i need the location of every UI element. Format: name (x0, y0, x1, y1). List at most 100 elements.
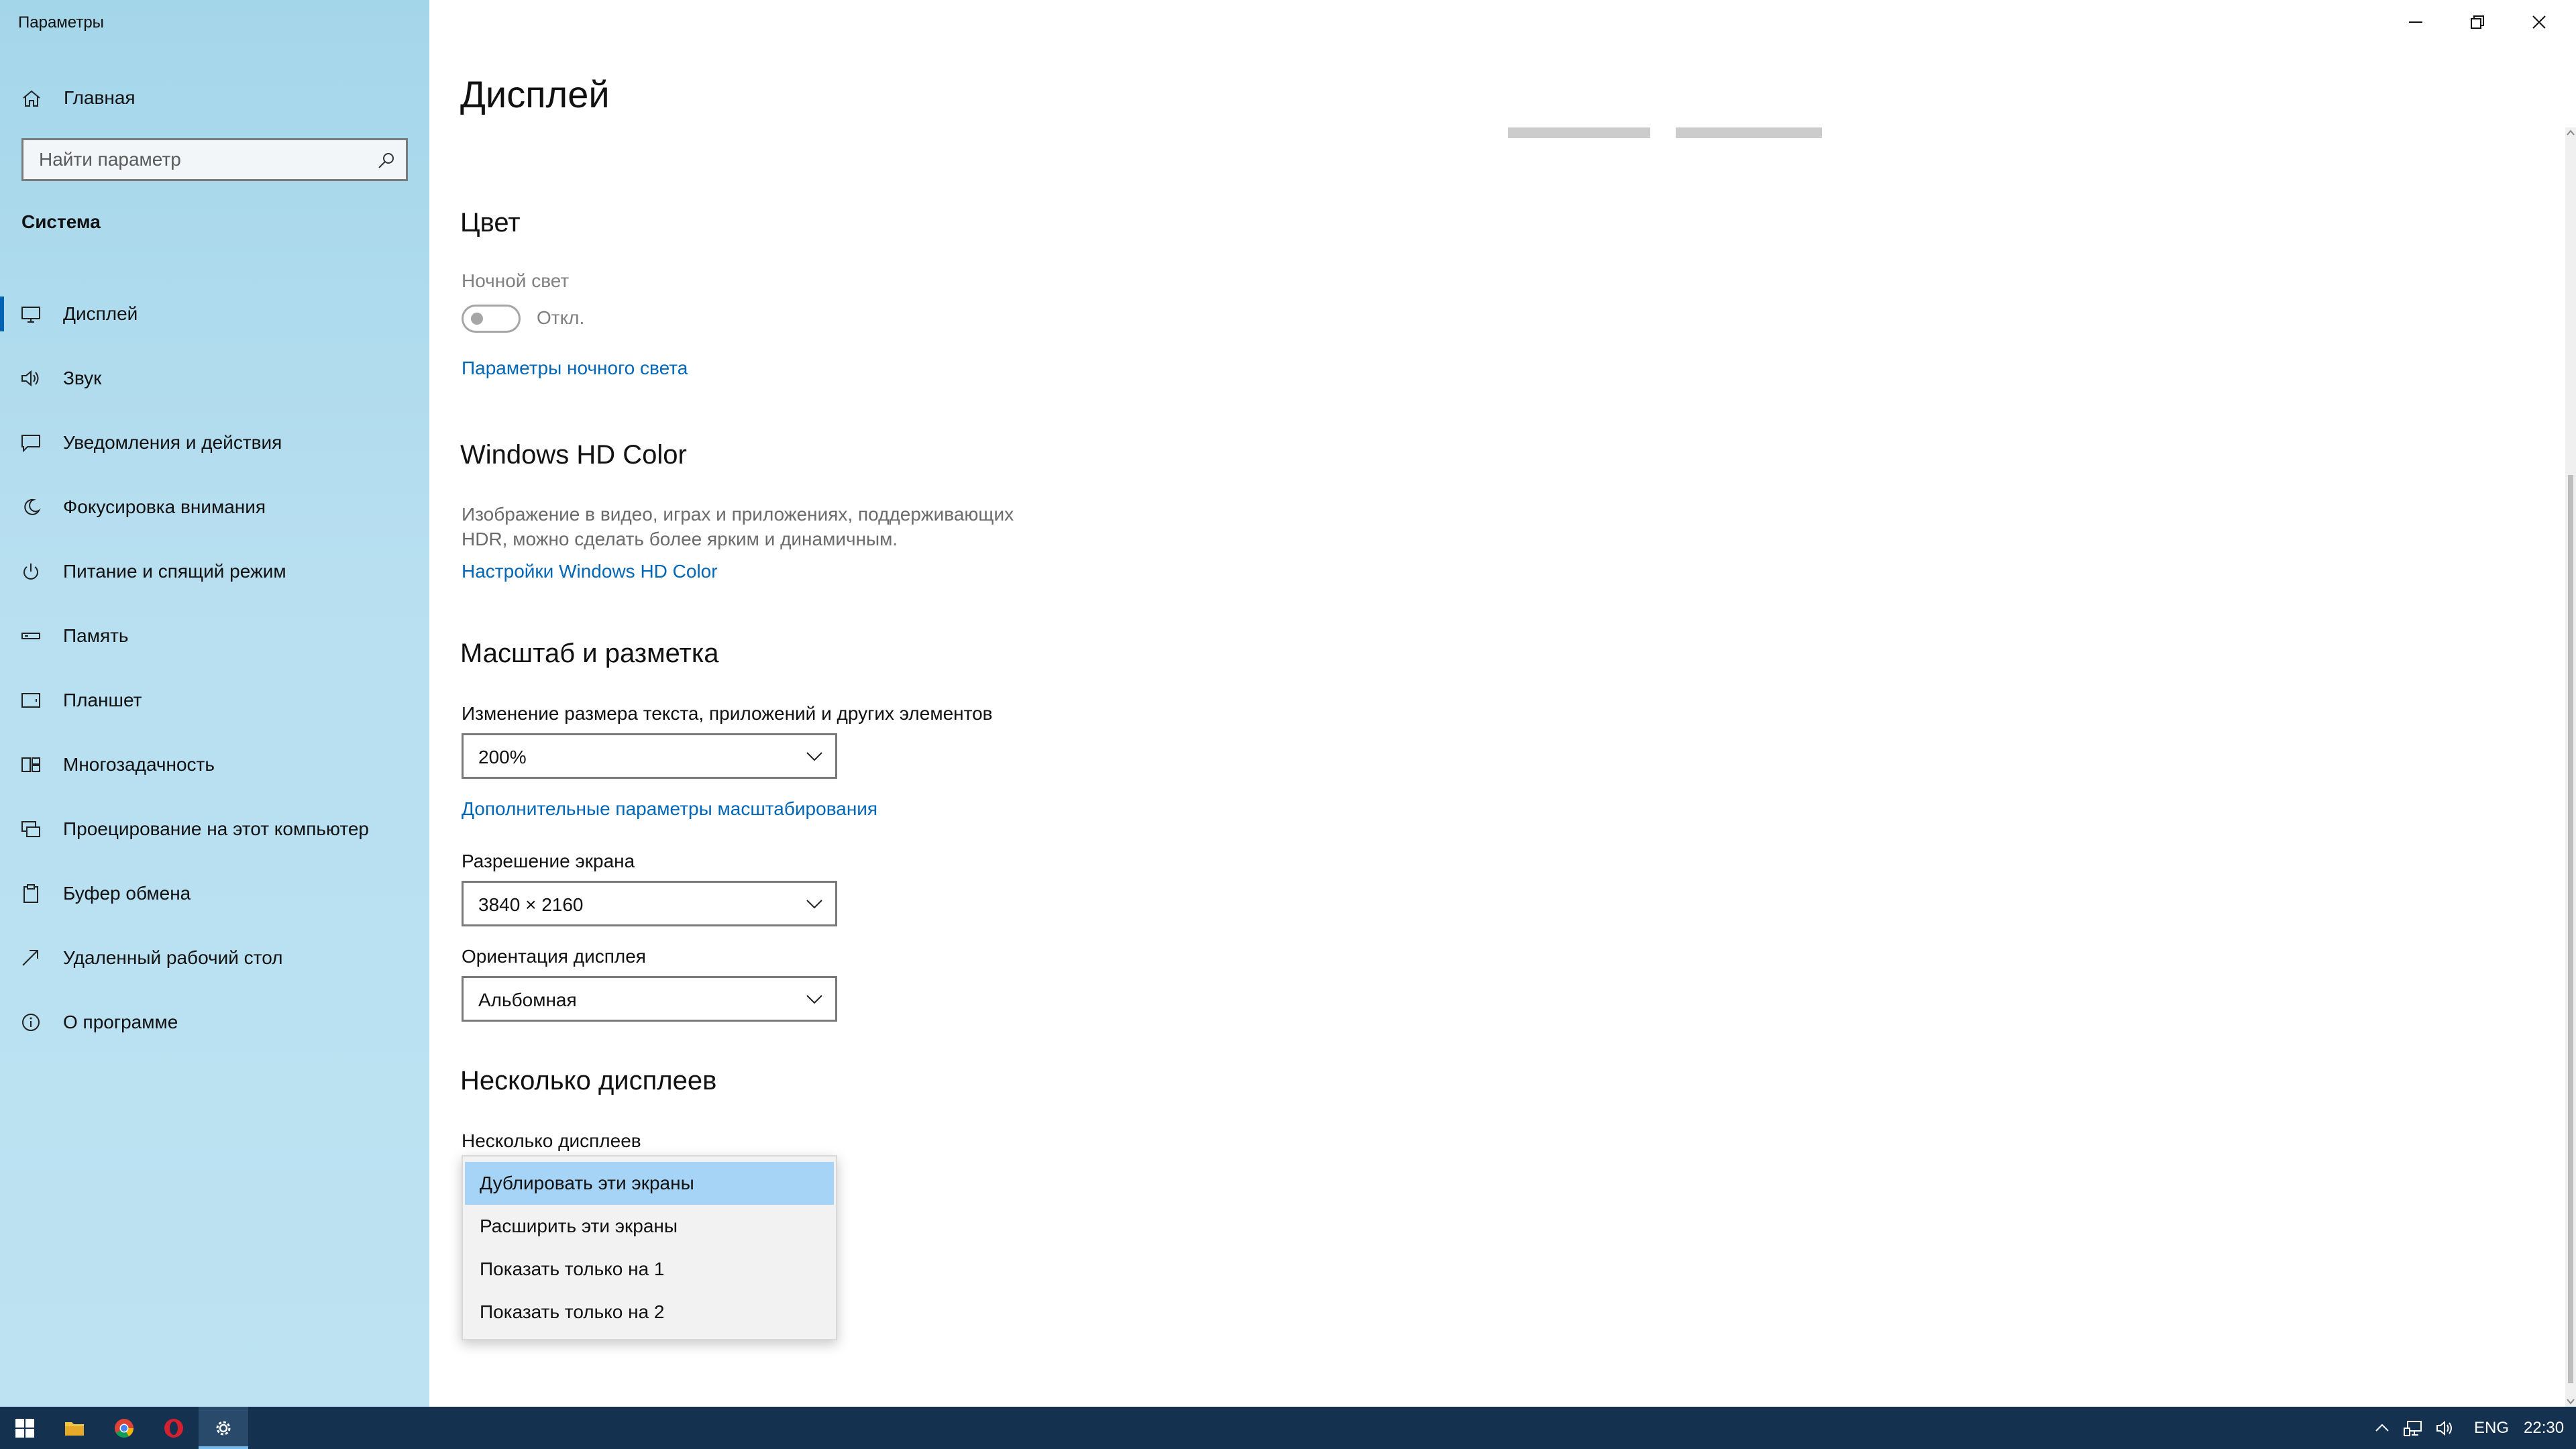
vertical-scrollbar[interactable] (2565, 127, 2576, 1407)
opera-icon (164, 1418, 183, 1438)
night-light-state: Откл. (537, 307, 585, 328)
scrollbar-thumb[interactable] (2568, 475, 2573, 1383)
sidebar-item-label: Уведомления и действия (63, 432, 282, 453)
multiple-displays-label: Несколько дисплеев (462, 1130, 641, 1151)
section-label: Система (21, 211, 101, 232)
sidebar-item-storage[interactable]: Память (0, 604, 429, 668)
sidebar-item-notifications[interactable]: Уведомления и действия (0, 411, 429, 475)
sidebar-item-remote-desktop[interactable]: Удаленный рабочий стол (0, 926, 429, 990)
sidebar-item-clipboard[interactable]: Буфер обмена (0, 861, 429, 926)
monitor-icon (21, 307, 40, 323)
sidebar-home-label: Главная (64, 87, 136, 108)
orientation-dropdown[interactable]: Альбомная (462, 976, 837, 1022)
taskbar-opera[interactable] (149, 1407, 199, 1449)
night-light-toggle[interactable] (462, 305, 521, 333)
home-icon (23, 90, 40, 107)
dropdown-option-label: Показать только на 2 (480, 1301, 665, 1322)
sidebar-item-power[interactable]: Питание и спящий режим (0, 539, 429, 604)
sidebar-item-label: Питание и спящий режим (63, 561, 286, 582)
power-icon (23, 564, 38, 580)
minimize-button[interactable] (2385, 0, 2447, 44)
settings-icon (216, 1421, 231, 1435)
minimize-icon (2409, 21, 2422, 23)
show-hidden-icons-chevron-icon[interactable] (2372, 1419, 2392, 1438)
sidebar-nav: Дисплей Звук Уведомления и действия Фоку… (0, 282, 429, 1055)
input-language-indicator[interactable]: ENG (2474, 1419, 2509, 1438)
restore-icon (2471, 15, 2484, 29)
hdr-settings-link[interactable]: Настройки Windows HD Color (462, 561, 718, 582)
storage-icon (21, 633, 40, 639)
restore-button[interactable] (2447, 0, 2508, 44)
sidebar-item-label: Буфер обмена (63, 883, 191, 904)
sidebar-item-display[interactable]: Дисплей (0, 282, 429, 346)
dropdown-option-label: Показать только на 1 (480, 1258, 665, 1279)
sidebar: Параметры Главная Система Дисплей (0, 0, 429, 1407)
night-light-label: Ночной свет (462, 270, 570, 291)
close-icon (2532, 15, 2546, 29)
orientation-label: Ориентация дисплея (462, 946, 646, 967)
night-light-settings-link[interactable]: Параметры ночного света (462, 358, 688, 379)
multiple-displays-dropdown-list: Дублировать эти экраны Расширить эти экр… (462, 1155, 837, 1340)
sidebar-home[interactable]: Главная (0, 79, 429, 117)
taskbar-settings[interactable] (199, 1407, 248, 1449)
search-input[interactable] (23, 140, 406, 179)
taskbar-chrome[interactable] (99, 1407, 149, 1449)
color-heading: Цвет (460, 208, 521, 237)
sidebar-item-label: Дисплей (63, 303, 138, 324)
start-button[interactable] (0, 1407, 50, 1449)
network-icon[interactable] (2404, 1419, 2424, 1438)
speaker-icon (21, 370, 39, 387)
sidebar-item-label: Проецирование на этот компьютер (63, 818, 369, 839)
search-icon[interactable] (376, 150, 396, 170)
volume-icon[interactable] (2435, 1419, 2455, 1438)
hdr-heading: Windows HD Color (460, 440, 687, 470)
hdr-description-line: Изображение в видео, играх и приложениях… (462, 504, 1014, 525)
sidebar-item-label: Удаленный рабочий стол (63, 947, 283, 968)
sidebar-item-label: Память (63, 625, 129, 646)
chevron-down-icon (806, 995, 822, 1004)
scale-heading: Масштаб и разметка (460, 639, 719, 668)
sidebar-item-focus[interactable]: Фокусировка внимания (0, 475, 429, 539)
info-icon (22, 1014, 40, 1031)
dropdown-option-duplicate[interactable]: Дублировать эти экраны (465, 1162, 834, 1205)
resolution-dropdown[interactable]: 3840 × 2160 (462, 881, 837, 926)
chevron-down-icon (806, 752, 822, 761)
sidebar-item-label: Звук (63, 368, 102, 388)
partially-hidden-button[interactable] (1676, 127, 1822, 138)
resolution-value: 3840 × 2160 (478, 894, 584, 915)
dropdown-option-only-1[interactable]: Показать только на 1 (465, 1248, 834, 1291)
moon-icon (24, 498, 41, 515)
orientation-value: Альбомная (478, 989, 577, 1010)
sidebar-item-label: О программе (63, 1012, 178, 1032)
hdr-description-line: HDR, можно сделать более ярким и динамич… (462, 529, 898, 549)
sidebar-item-label: Планшет (63, 690, 142, 710)
search-box[interactable] (21, 138, 408, 181)
window-title: Параметры (18, 13, 104, 32)
notifications-icon (21, 435, 40, 453)
sidebar-item-multitasking[interactable]: Многозадачность (0, 733, 429, 797)
remote-desktop-icon (22, 950, 38, 966)
scale-value: 200% (478, 747, 527, 767)
scale-dropdown[interactable]: 200% (462, 733, 837, 779)
start-icon (15, 1418, 34, 1438)
sidebar-item-tablet[interactable]: Планшет (0, 668, 429, 733)
resolution-label: Разрешение экрана (462, 851, 635, 871)
scroll-up-icon[interactable] (2565, 127, 2576, 138)
multitasking-icon (21, 757, 40, 772)
page-title: Дисплей (460, 73, 610, 115)
scroll-down-icon[interactable] (2565, 1396, 2576, 1407)
main-content: Дисплей Цвет Ночной свет Откл. Параметры… (429, 0, 2576, 1407)
taskbar-file-explorer[interactable] (50, 1407, 99, 1449)
dropdown-option-label: Расширить эти экраны (480, 1216, 678, 1236)
sidebar-item-about[interactable]: О программе (0, 990, 429, 1055)
scale-label: Изменение размера текста, приложений и д… (462, 703, 993, 724)
chrome-icon (115, 1418, 133, 1438)
sidebar-item-sound[interactable]: Звук (0, 346, 429, 411)
dropdown-option-extend[interactable]: Расширить эти экраны (465, 1205, 834, 1248)
sidebar-item-projecting[interactable]: Проецирование на этот компьютер (0, 797, 429, 861)
clock[interactable]: 22:30 (2524, 1419, 2564, 1438)
close-button[interactable] (2508, 0, 2570, 44)
advanced-scaling-link[interactable]: Дополнительные параметры масштабирования (462, 798, 877, 820)
dropdown-option-only-2[interactable]: Показать только на 2 (465, 1291, 834, 1334)
partially-hidden-button[interactable] (1508, 127, 1650, 138)
